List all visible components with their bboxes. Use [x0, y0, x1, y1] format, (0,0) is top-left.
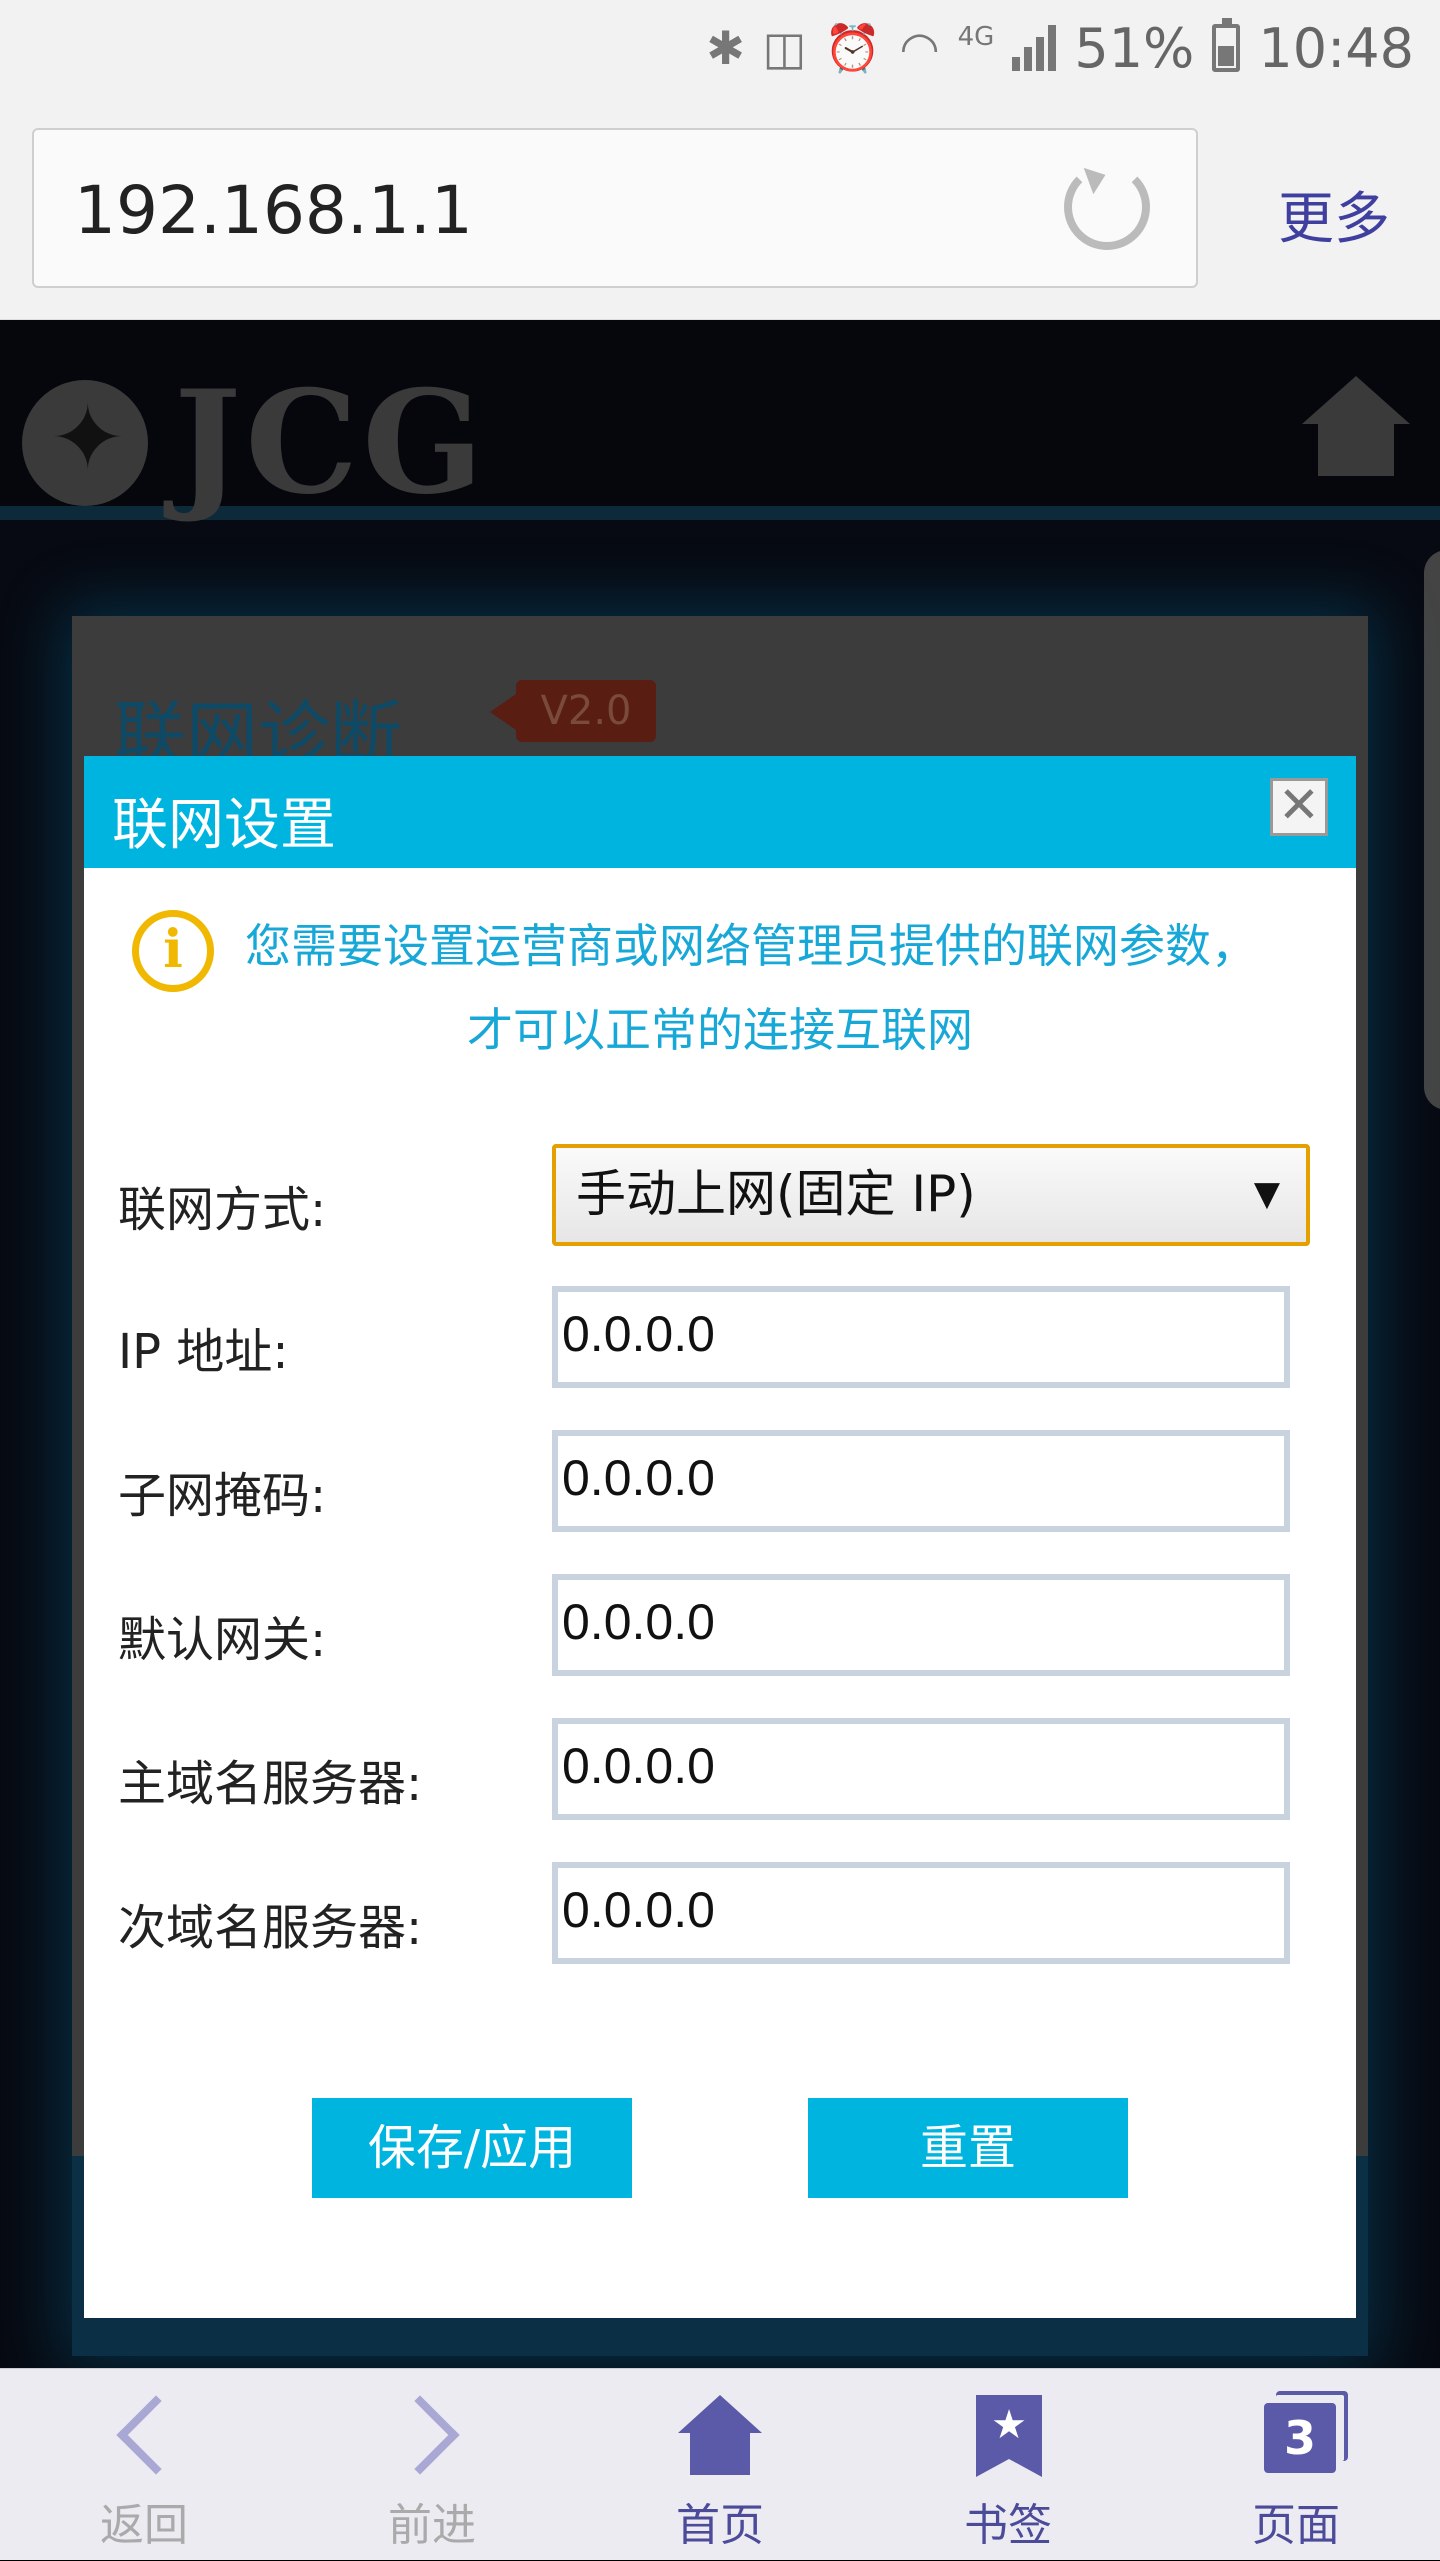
connection-mode-row: 联网方式: 手动上网(固定 IP) ▼ [84, 1144, 1356, 1248]
nav-forward[interactable]: 前进 [288, 2369, 576, 2561]
wifi-icon: ◠ [899, 21, 940, 75]
dropdown-arrow-icon: ▼ [1253, 1174, 1280, 1214]
ip-address-row: IP 地址: 0.0.0.0 [84, 1286, 1356, 1390]
home-icon [678, 2395, 762, 2475]
primary-dns-row: 主域名服务器: 0.0.0.0 [84, 1718, 1356, 1822]
default-gateway-input[interactable]: 0.0.0.0 [552, 1574, 1290, 1676]
secondary-dns-input[interactable]: 0.0.0.0 [552, 1862, 1290, 1964]
version-badge: V2.0 [490, 680, 656, 742]
close-button[interactable]: ✕ [1270, 778, 1328, 836]
secondary-dns-row: 次域名服务器: 0.0.0.0 [84, 1862, 1356, 1966]
more-button[interactable]: 更多 [1278, 174, 1390, 255]
ip-address-input[interactable]: 0.0.0.0 [552, 1286, 1290, 1388]
url-bar[interactable]: 192.168.1.1 [32, 128, 1198, 288]
chevron-right-icon [380, 2395, 460, 2475]
signal-icon [1012, 25, 1057, 71]
notice-line-2: 才可以正常的连接互联网 [467, 1003, 973, 1057]
side-tab[interactable] [1424, 550, 1440, 1110]
reset-button[interactable]: 重置 [808, 2098, 1128, 2198]
nav-bookmarks[interactable]: ★ 书签 [864, 2369, 1152, 2561]
default-gateway-row: 默认网关: 0.0.0.0 [84, 1574, 1356, 1678]
bluetooth-icon: ✱ [706, 21, 745, 75]
primary-dns-label: 主域名服务器: [118, 1756, 423, 1812]
dialog-title: 联网设置 [112, 793, 336, 858]
save-apply-button[interactable]: 保存/应用 [312, 2098, 632, 2198]
nav-back[interactable]: 返回 [0, 2369, 288, 2561]
connection-mode-label: 联网方式: [118, 1182, 327, 1238]
dialog-header: 联网设置 ✕ [84, 756, 1356, 868]
nav-pages-label: 页面 [1252, 2500, 1340, 2551]
home-icon[interactable] [1302, 376, 1410, 476]
connection-mode-value: 手动上网(固定 IP) [576, 1165, 976, 1223]
clock: 10:48 [1258, 16, 1414, 80]
network-settings-dialog: 联网设置 ✕ i 您需要设置运营商或网络管理员提供的联网参数， 才可以正常的连接… [84, 756, 1356, 2318]
battery-percent: 51% [1074, 16, 1195, 80]
info-icon: i [132, 910, 214, 992]
subnet-mask-label: 子网掩码: [118, 1468, 327, 1524]
chevron-left-icon [116, 2395, 196, 2475]
status-bar: ✱ ◫ ⏰ ◠ 4G 51% 10:48 [0, 0, 1440, 96]
connection-mode-select[interactable]: 手动上网(固定 IP) ▼ [552, 1144, 1310, 1246]
nav-home[interactable]: 首页 [576, 2369, 864, 2561]
network-type: 4G [957, 22, 995, 52]
url-text[interactable]: 192.168.1.1 [74, 172, 473, 249]
default-gateway-label: 默认网关: [118, 1612, 327, 1668]
logo-text: JCG [174, 360, 488, 526]
browser-toolbar: 192.168.1.1 更多 [0, 96, 1440, 320]
battery-icon [1212, 18, 1241, 72]
ip-address-label: IP 地址: [118, 1324, 289, 1380]
primary-dns-input[interactable]: 0.0.0.0 [552, 1718, 1290, 1820]
nav-pages[interactable]: 3 页面 [1152, 2369, 1440, 2561]
logo-emblem-icon [22, 380, 148, 506]
nav-bookmarks-label: 书签 [964, 2500, 1052, 2551]
notice: i 您需要设置运营商或网络管理员提供的联网参数， 才可以正常的连接互联网 [84, 904, 1356, 1072]
subnet-mask-input[interactable]: 0.0.0.0 [552, 1430, 1290, 1532]
pages-icon: 3 [1264, 2403, 1336, 2473]
jcg-logo: JCG [22, 360, 487, 526]
subnet-mask-row: 子网掩码: 0.0.0.0 [84, 1430, 1356, 1534]
secondary-dns-label: 次域名服务器: [118, 1900, 423, 1956]
nav-home-label: 首页 [676, 2500, 764, 2551]
vibrate-mute-icon: ◫ [762, 21, 807, 75]
notice-line-1: 您需要设置运营商或网络管理员提供的联网参数， [245, 919, 1257, 973]
nav-forward-label: 前进 [388, 2500, 476, 2551]
alarm-icon: ⏰ [824, 20, 882, 75]
bookmark-icon: ★ [976, 2395, 1042, 2477]
router-header: JCG [0, 320, 1440, 526]
nav-back-label: 返回 [100, 2500, 188, 2551]
browser-bottom-nav: 返回 前进 首页 ★ 书签 3 页面 [0, 2368, 1440, 2560]
reload-icon[interactable] [1064, 164, 1150, 250]
